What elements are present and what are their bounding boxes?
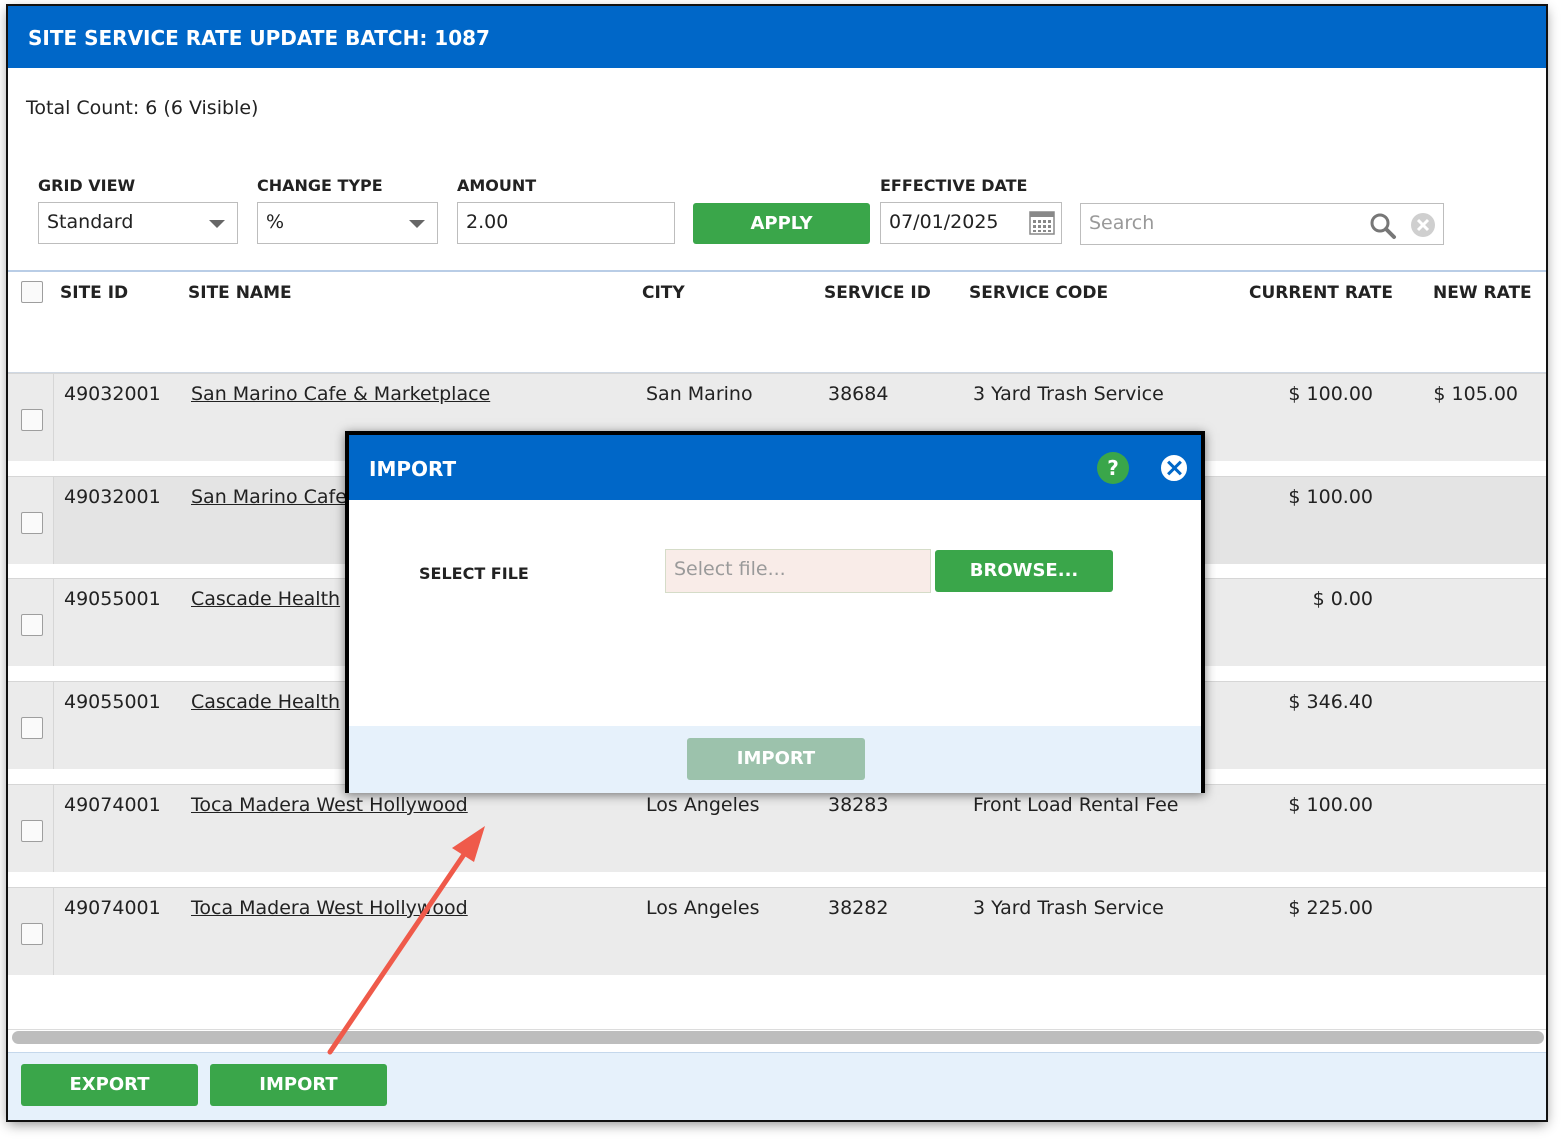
amount-value: 2.00 <box>466 211 509 233</box>
import-dialog-footer: IMPORT <box>349 726 1201 793</box>
select-all-checkbox[interactable] <box>21 281 43 303</box>
search-icon[interactable] <box>1369 212 1397 240</box>
cell-city: Los Angeles <box>646 897 760 919</box>
clear-icon[interactable] <box>1409 211 1437 239</box>
cell-site-id: 49032001 <box>64 383 161 405</box>
row-checkbox[interactable] <box>21 923 43 945</box>
import-button[interactable]: IMPORT <box>210 1064 387 1106</box>
grid-view-select[interactable]: Standard <box>38 202 238 244</box>
export-button[interactable]: EXPORT <box>21 1064 198 1106</box>
column-header-current-rate[interactable]: CURRENT RATE <box>1249 283 1393 303</box>
cell-site-id: 49074001 <box>64 794 161 816</box>
cell-service-id: 38684 <box>828 383 889 405</box>
help-icon[interactable]: ? <box>1097 452 1129 484</box>
column-header-service-id[interactable]: SERVICE ID <box>824 283 931 303</box>
effective-date-label: EFFECTIVE DATE <box>880 176 1028 195</box>
effective-date-input[interactable]: 07/01/2025 <box>880 202 1062 244</box>
calendar-icon[interactable] <box>1029 211 1055 235</box>
row-checkbox[interactable] <box>21 717 43 739</box>
site-name-link[interactable]: Toca Madera West Hollywood <box>191 897 468 919</box>
cell-site-id: 49055001 <box>64 691 161 713</box>
file-input-placeholder: Select file... <box>674 558 786 580</box>
cell-service-id: 38282 <box>828 897 889 919</box>
cell-current-rate: $ 100.00 <box>1288 486 1373 508</box>
row-checkbox[interactable] <box>21 409 43 431</box>
import-dialog-header: IMPORT ? <box>349 435 1201 500</box>
cell-site-id: 49055001 <box>64 588 161 610</box>
cell-site-id: 49074001 <box>64 897 161 919</box>
column-header-city[interactable]: CITY <box>642 283 685 303</box>
cell-service-id: 38283 <box>828 794 889 816</box>
site-name-link[interactable]: San Marino Cafe <box>191 486 347 508</box>
total-count: Total Count: 6 (6 Visible) <box>26 97 259 119</box>
search-field[interactable]: Search <box>1080 203 1444 245</box>
column-header-site-id[interactable]: SITE ID <box>60 283 128 303</box>
cell-new-rate: $ 105.00 <box>1433 383 1518 405</box>
cell-city: Los Angeles <box>646 794 760 816</box>
column-header-new-rate[interactable]: NEW RATE <box>1433 283 1532 303</box>
table-row[interactable]: 49074001 Toca Madera West Hollywood Los … <box>8 887 1546 975</box>
table-row[interactable]: 49074001 Toca Madera West Hollywood Los … <box>8 784 1546 872</box>
row-checkbox[interactable] <box>21 614 43 636</box>
amount-label: AMOUNT <box>457 176 537 195</box>
column-header-service-code[interactable]: SERVICE CODE <box>969 283 1108 303</box>
cell-service-code: Front Load Rental Fee <box>973 794 1179 816</box>
change-type-value: % <box>266 211 285 233</box>
cell-site-id: 49032001 <box>64 486 161 508</box>
cell-current-rate: $ 100.00 <box>1288 383 1373 405</box>
change-type-label: CHANGE TYPE <box>257 176 383 195</box>
change-type-select[interactable]: % <box>257 202 438 244</box>
cell-service-code: 3 Yard Trash Service <box>973 897 1164 919</box>
row-checkbox[interactable] <box>21 820 43 842</box>
site-name-link[interactable]: Toca Madera West Hollywood <box>191 794 468 816</box>
grid-top-border <box>8 270 1546 272</box>
browse-button[interactable]: BROWSE... <box>935 550 1113 592</box>
chevron-down-icon <box>409 220 425 228</box>
select-file-label: SELECT FILE <box>419 564 529 583</box>
cell-current-rate: $ 346.40 <box>1288 691 1373 713</box>
site-name-link[interactable]: Cascade Health <box>191 691 340 713</box>
site-name-link[interactable]: San Marino Cafe & Marketplace <box>191 383 490 405</box>
cell-current-rate: $ 225.00 <box>1288 897 1373 919</box>
search-placeholder: Search <box>1089 212 1155 234</box>
effective-date-value: 07/01/2025 <box>889 211 999 233</box>
cell-city: San Marino <box>646 383 753 405</box>
file-input[interactable]: Select file... <box>665 549 931 593</box>
close-icon[interactable] <box>1159 453 1189 483</box>
column-header-site-name[interactable]: SITE NAME <box>188 283 292 303</box>
apply-button[interactable]: APPLY <box>693 203 870 244</box>
cell-current-rate: $ 0.00 <box>1312 588 1373 610</box>
site-name-link[interactable]: Cascade Health <box>191 588 340 610</box>
row-checkbox[interactable] <box>21 512 43 534</box>
import-dialog: IMPORT ? SELECT FILE Select file... BROW… <box>345 431 1205 793</box>
window-title: SITE SERVICE RATE UPDATE BATCH: 1087 <box>8 6 1546 68</box>
chevron-down-icon <box>209 220 225 228</box>
grid-view-value: Standard <box>47 211 134 233</box>
cell-current-rate: $ 100.00 <box>1288 794 1373 816</box>
horizontal-scrollbar-thumb[interactable] <box>12 1031 1544 1044</box>
amount-input[interactable]: 2.00 <box>457 202 675 244</box>
grid-view-label: GRID VIEW <box>38 176 136 195</box>
cell-service-code: 3 Yard Trash Service <box>973 383 1164 405</box>
dialog-import-button[interactable]: IMPORT <box>687 738 865 780</box>
import-dialog-title: IMPORT <box>369 457 457 481</box>
